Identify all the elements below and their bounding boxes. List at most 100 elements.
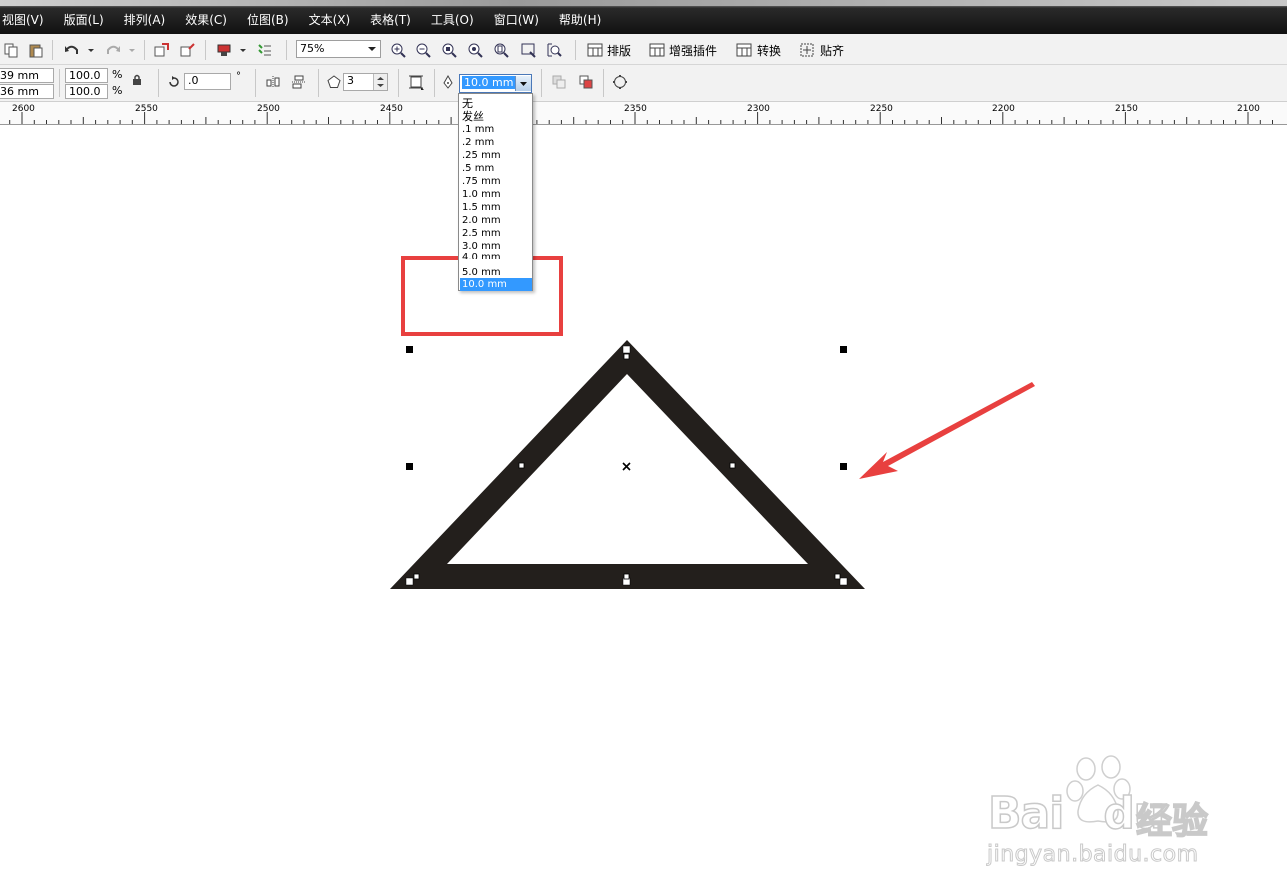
wrap-text-button[interactable] <box>405 73 427 91</box>
outline-width-value: 10.0 mm <box>462 76 516 89</box>
selection-handle-middle-left[interactable] <box>406 463 413 470</box>
undo-button[interactable] <box>62 41 82 59</box>
outline-option[interactable]: .25 mm <box>460 149 532 162</box>
title-strip <box>0 0 1287 6</box>
redo-button[interactable] <box>103 41 123 59</box>
object-width-field[interactable]: 39 mm <box>0 68 54 83</box>
zoom-in-button[interactable] <box>389 41 407 59</box>
outline-option-selected[interactable]: 10.0 mm <box>460 278 532 291</box>
selection-handle-top-center[interactable] <box>622 345 631 354</box>
launcher-dropdown[interactable] <box>238 41 248 59</box>
to-back-button[interactable] <box>576 73 596 91</box>
outline-option[interactable]: .75 mm <box>460 175 532 188</box>
snap-label[interactable]: 贴齐 <box>820 42 844 59</box>
shape-node[interactable] <box>518 462 525 469</box>
zoom-level-combo[interactable]: 75% <box>296 40 381 58</box>
polygon-sides-field[interactable]: 3 <box>343 73 388 91</box>
outline-option[interactable]: .2 mm <box>460 136 532 149</box>
outline-width-combo[interactable]: 10.0 mm <box>459 74 532 93</box>
convert-label[interactable]: 转换 <box>757 42 781 59</box>
selection-handle-bottom-right[interactable] <box>839 577 848 586</box>
outline-option[interactable]: 无 <box>460 97 532 110</box>
menu-view[interactable]: 视图(V) <box>2 11 44 28</box>
to-front-button[interactable] <box>549 73 569 91</box>
menu-layout[interactable]: 版面(L) <box>64 11 104 28</box>
shape-node[interactable] <box>729 462 736 469</box>
undo-dropdown[interactable] <box>86 41 96 59</box>
horizontal-ruler[interactable]: 2600 2550 2500 2450 2400 2350 2300 2250 … <box>0 102 1287 125</box>
selection-handle-middle-right[interactable] <box>840 463 847 470</box>
separator <box>541 69 542 97</box>
layout-label[interactable]: 排版 <box>607 42 631 59</box>
outline-option[interactable]: 1.0 mm <box>460 188 532 201</box>
mirror-horizontal-button[interactable] <box>263 73 283 91</box>
zoom-all-button[interactable] <box>466 41 484 59</box>
paste-button[interactable] <box>27 41 45 59</box>
outline-option[interactable]: .1 mm <box>460 123 532 136</box>
outline-width-dropdown-arrow[interactable] <box>515 76 531 91</box>
app-launcher-button[interactable] <box>213 41 235 59</box>
menu-bitmaps[interactable]: 位图(B) <box>247 11 289 28</box>
separator <box>158 69 159 97</box>
lock-ratio-button[interactable] <box>130 73 144 87</box>
rotation-angle-field[interactable]: .0 <box>184 73 231 90</box>
zoom-selected-button[interactable] <box>440 41 458 59</box>
center-mark-icon[interactable] <box>622 462 631 471</box>
list-check-icon <box>258 44 271 56</box>
convert-to-curves-button[interactable] <box>610 73 630 91</box>
plugins-icon-button[interactable] <box>647 41 667 59</box>
shape-node[interactable] <box>623 353 630 360</box>
outline-option[interactable]: .5 mm <box>460 162 532 175</box>
menu-text[interactable]: 文本(X) <box>309 11 351 28</box>
shape-node[interactable] <box>623 573 630 580</box>
chevron-down-icon[interactable] <box>364 41 380 57</box>
outline-width-dropdown-list[interactable]: 无 发丝 .1 mm .2 mm .25 mm .5 mm .75 mm 1.0… <box>458 93 533 291</box>
zoom-out-button[interactable] <box>414 41 432 59</box>
mirror-vertical-button[interactable] <box>289 73 309 91</box>
scale-y-field[interactable]: 100.0 <box>65 84 108 99</box>
outline-option[interactable]: 1.5 mm <box>460 201 532 214</box>
menu-arrange[interactable]: 排列(A) <box>124 11 166 28</box>
outline-option[interactable]: 2.5 mm <box>460 227 532 240</box>
welcome-screen-button[interactable] <box>255 41 275 59</box>
zoom-page-button[interactable] <box>492 41 510 59</box>
import-button[interactable] <box>152 41 172 59</box>
shape-node[interactable] <box>834 573 841 580</box>
copy-button[interactable] <box>2 41 20 59</box>
ruler-label: 2350 <box>624 104 647 114</box>
menu-effects[interactable]: 效果(C) <box>185 11 227 28</box>
sides-spinner[interactable] <box>373 74 387 90</box>
zoom-width-button[interactable] <box>519 41 537 59</box>
percent-label-y: % <box>112 84 123 97</box>
convert-icon-button[interactable] <box>734 41 754 59</box>
shape-node[interactable] <box>413 573 420 580</box>
selection-handle-top-left[interactable] <box>406 346 413 353</box>
menu-help[interactable]: 帮助(H) <box>559 11 601 28</box>
outline-option[interactable]: 4.0 mm <box>460 251 532 259</box>
ruler-label: 2250 <box>870 104 893 114</box>
rotation-angle-value: .0 <box>188 74 199 87</box>
selection-handle-bottom-left[interactable] <box>405 577 414 586</box>
snap-icon-button[interactable] <box>797 41 817 59</box>
import-icon <box>154 43 169 57</box>
plugins-label[interactable]: 增强插件 <box>669 42 717 59</box>
layout-icon-button[interactable] <box>585 41 605 59</box>
redo-icon <box>107 45 120 54</box>
menu-bar: 视图(V) 版面(L) 排列(A) 效果(C) 位图(B) 文本(X) 表格(T… <box>0 0 1287 34</box>
menu-tools[interactable]: 工具(O) <box>431 11 474 28</box>
redo-dropdown[interactable] <box>127 41 137 59</box>
zoom-height-button[interactable] <box>545 41 563 59</box>
object-height-field[interactable]: 36 mm <box>0 84 54 99</box>
menu-table[interactable]: 表格(T) <box>370 11 411 28</box>
menu-window[interactable]: 窗口(W) <box>494 11 539 28</box>
scale-x-field[interactable]: 100.0 <box>65 68 108 83</box>
standard-toolbar: 75% 排版 增强插件 转换 贴齐 <box>0 34 1287 65</box>
separator <box>286 40 287 60</box>
zoom-all-icon <box>468 43 483 58</box>
outline-option[interactable]: 发丝 <box>460 110 532 123</box>
separator <box>205 40 206 60</box>
export-button[interactable] <box>178 41 198 59</box>
mirror-horizontal-icon <box>266 76 280 88</box>
selection-handle-top-right[interactable] <box>840 346 847 353</box>
outline-option[interactable]: 2.0 mm <box>460 214 532 227</box>
